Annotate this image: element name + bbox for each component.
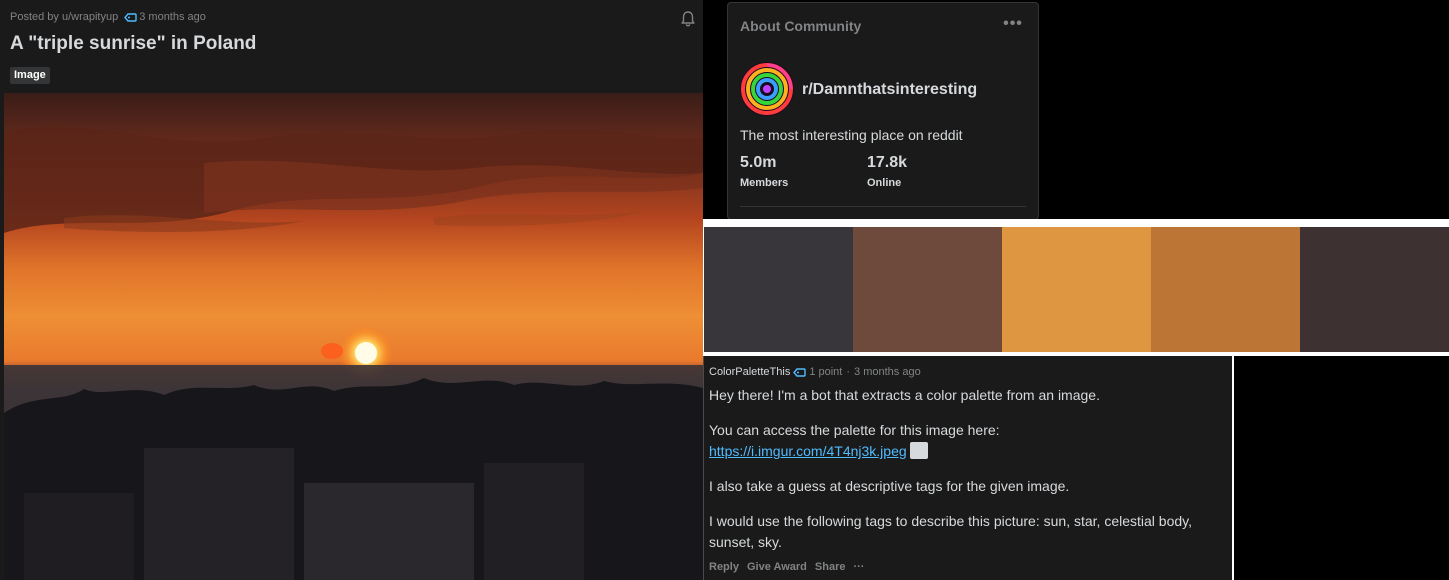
divider: [740, 206, 1026, 207]
comment-meta: ColorPaletteThis 1 point · 3 months ago: [709, 366, 921, 378]
comment-paragraph: Hey there! I'm a bot that extracts a col…: [709, 387, 1100, 403]
comment-actions: Reply Give Award Share ···: [709, 561, 872, 573]
notification-bell-icon[interactable]: [678, 9, 698, 29]
meta-separator: ·: [846, 366, 851, 378]
sunrise-photo[interactable]: [4, 93, 703, 580]
palette-swatch: [853, 227, 1002, 352]
members-label: Members: [740, 177, 789, 189]
online-stat: 17.8k Online: [867, 153, 907, 191]
comment-paragraph: I also take a guess at descriptive tags …: [709, 478, 1070, 494]
comment-time: 3 months ago: [854, 366, 921, 378]
post-meta: Posted by u/wrapityup 3 months ago: [10, 10, 206, 24]
comment-paragraph-text: You can access the palette for this imag…: [709, 422, 1000, 438]
award-tag-icon: [793, 367, 807, 377]
post-flair[interactable]: Image: [10, 67, 50, 84]
about-heading: About Community: [740, 18, 862, 34]
give-award-button[interactable]: Give Award: [747, 561, 807, 573]
more-options-icon[interactable]: •••: [1002, 15, 1024, 33]
post-card: Posted by u/wrapityup 3 months ago A "tr…: [0, 0, 703, 580]
post-time: 3 months ago: [139, 11, 206, 23]
share-button[interactable]: Share: [815, 561, 846, 573]
palette-link[interactable]: https://i.imgur.com/4T4nj3k.jpeg: [709, 443, 907, 459]
palette-swatch: [1002, 227, 1151, 352]
comment-paragraph: You can access the palette for this imag…: [709, 420, 1229, 462]
comment-body: Hey there! I'm a bot that extracts a col…: [709, 385, 1229, 567]
members-stat: 5.0m Members: [740, 153, 788, 191]
comment-paragraph: I would use the following tags to descri…: [709, 513, 1192, 550]
online-label: Online: [867, 177, 902, 189]
award-tag-icon: [124, 12, 137, 22]
community-description: The most interesting place on reddit: [740, 127, 963, 143]
post-author[interactable]: Posted by u/wrapityup: [10, 11, 118, 23]
online-count: 17.8k: [867, 154, 908, 171]
community-avatar[interactable]: [740, 62, 794, 116]
more-actions-icon[interactable]: ···: [853, 561, 864, 573]
community-name[interactable]: r/Damnthatsinteresting: [802, 81, 977, 99]
comment-author[interactable]: ColorPaletteThis: [709, 366, 790, 378]
palette-swatch: [1151, 227, 1300, 352]
comment-points: 1 point: [809, 366, 843, 378]
palette-swatches: [704, 227, 1449, 352]
bot-comment: ColorPaletteThis 1 point · 3 months ago …: [703, 356, 1234, 580]
about-community-card: About Community ••• r/Damnthatsinteresti…: [727, 2, 1039, 220]
reply-button[interactable]: Reply: [709, 561, 739, 573]
palette-swatch: [704, 227, 853, 352]
post-title[interactable]: A "triple sunrise" in Poland: [10, 33, 256, 55]
palette-swatch: [1300, 227, 1449, 352]
image-preview-icon[interactable]: [909, 441, 928, 459]
members-count: 5.0m: [740, 154, 777, 171]
color-palette: [703, 219, 1449, 356]
